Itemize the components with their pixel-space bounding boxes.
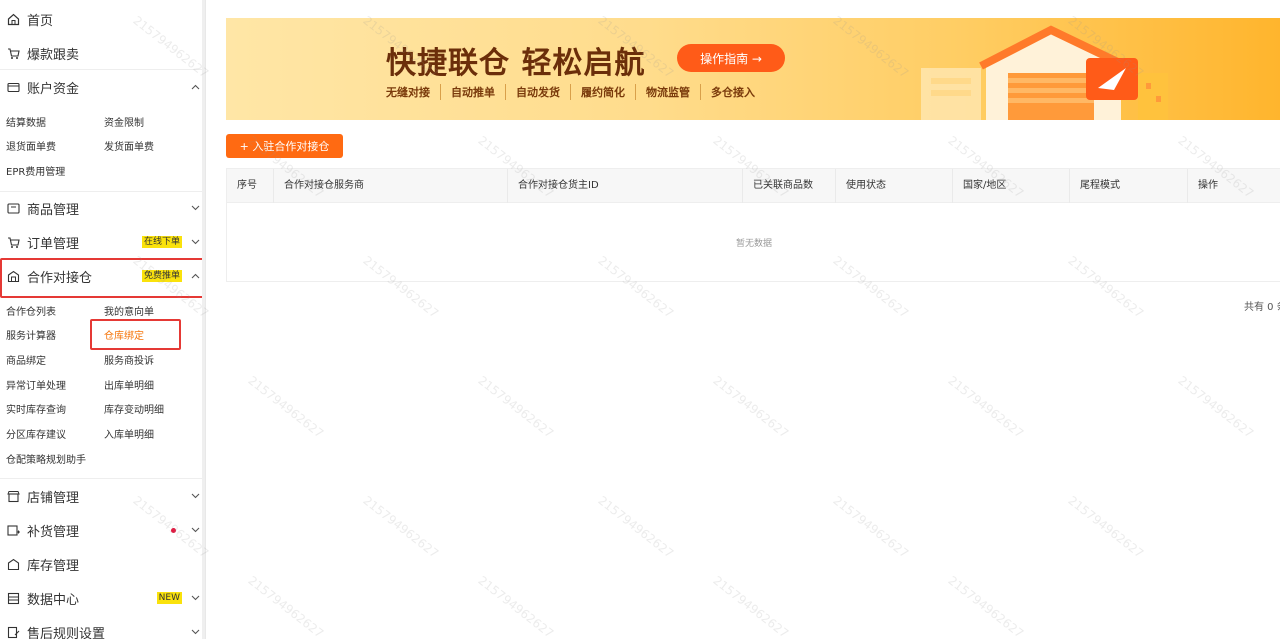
menu-restock-label: 补货管理 [27, 524, 80, 540]
warehouse-table: 序号 合作对接仓服务商 合作对接仓货主ID 已关联商品数 使用状态 国家/地区 … [226, 168, 1280, 282]
join-partner-warehouse-button[interactable]: + 入驻合作对接仓 [226, 134, 343, 158]
menu-restock[interactable]: 补货管理 [0, 513, 205, 547]
col-actions: 操作 [1198, 180, 1218, 191]
orders-badge: 在线下单 [141, 236, 182, 248]
menu-store[interactable]: 店铺管理 [0, 479, 205, 513]
menu-aftersale-label: 售后规则设置 [27, 626, 106, 639]
submenu-realtime-stock[interactable]: 实时库存查询 [6, 401, 66, 416]
chevron-down-icon [190, 627, 200, 637]
data-badge: NEW [156, 592, 182, 604]
submenu-zone-stock-advice[interactable]: 分区库存建议 [6, 426, 66, 441]
sidebar: 首页 爆款跟卖 账户资金 结算数据 资金限制 退货面单费 发货面单费 EPR费用… [0, 0, 206, 639]
watermark: 215794962627 [1175, 373, 1257, 441]
chevron-down-icon [190, 593, 200, 603]
feature-item: 物流监管 [636, 84, 701, 100]
feature-item: 无缝对接 [376, 84, 441, 100]
feature-item: 履约简化 [571, 84, 636, 100]
submenu-return-label-fee[interactable]: 退货面单费 [6, 138, 56, 153]
menu-goods-label: 商品管理 [27, 202, 80, 218]
banner-features: 无缝对接 自动推单 自动发货 履约简化 物流监管 多仓接入 [376, 82, 765, 102]
col-index: 序号 [227, 169, 274, 203]
menu-trending-label: 爆款跟卖 [27, 47, 80, 63]
order-cart-icon [6, 235, 20, 249]
submenu-epr-fee[interactable]: EPR费用管理 [6, 163, 65, 178]
submenu-ship-label-fee[interactable]: 发货面单费 [104, 138, 154, 153]
promo-banner[interactable]: 快捷联仓 轻松启航 操作指南 → 无缝对接 自动推单 自动发货 履约简化 物流监… [226, 18, 1280, 120]
submenu-provider-complaint[interactable]: 服务商投诉 [104, 352, 154, 367]
watermark: 215794962627 [1065, 493, 1147, 561]
menu-store-label: 店铺管理 [27, 490, 80, 506]
menu-goods[interactable]: 商品管理 [0, 191, 205, 225]
submenu-outbound-detail[interactable]: 出库单明细 [104, 377, 154, 392]
col-linked-goods: 已关联商品数 [743, 169, 836, 203]
menu-orders[interactable]: 订单管理 在线下单 [0, 225, 205, 259]
menu-home[interactable]: 首页 [0, 2, 205, 36]
chevron-up-icon [190, 82, 200, 92]
submenu-inbound-detail[interactable]: 入库单明细 [104, 426, 154, 441]
menu-inventory-label: 库存管理 [27, 558, 80, 574]
inventory-icon [6, 557, 20, 571]
submenu-strategy-assistant[interactable]: 仓配策略规划助手 [6, 451, 86, 466]
watermark: 215794962627 [475, 373, 557, 441]
menu-trending[interactable]: 爆款跟卖 [0, 36, 205, 70]
submenu-service-calculator[interactable]: 服务计算器 [6, 327, 56, 342]
home-icon [6, 12, 20, 26]
watermark: 215794962627 [710, 373, 792, 441]
submenu-my-intent[interactable]: 我的意向单 [104, 303, 154, 318]
highlight-box-binding [90, 319, 181, 350]
highlight-box-partner [0, 258, 205, 298]
watermark: 215794962627 [245, 573, 327, 639]
menu-orders-label: 订单管理 [27, 236, 80, 252]
notification-dot [171, 527, 176, 533]
goods-icon [6, 201, 20, 215]
sidebar-scrollbar[interactable] [202, 0, 205, 639]
chevron-down-icon [190, 491, 200, 501]
menu-account-label: 账户资金 [27, 81, 80, 97]
col-country: 国家/地区 [953, 169, 1070, 203]
watermark: 215794962627 [830, 493, 912, 561]
submenu-goods-binding[interactable]: 商品绑定 [6, 352, 46, 367]
menu-account[interactable]: 账户资金 [0, 70, 205, 104]
aftersale-icon [6, 625, 20, 639]
submenu-abnormal-orders[interactable]: 异常订单处理 [6, 377, 66, 392]
watermark: 215794962627 [360, 493, 442, 561]
feature-item: 多仓接入 [711, 86, 755, 99]
menu-aftersale[interactable]: 售后规则设置 [0, 615, 205, 639]
watermark: 215794962627 [945, 373, 1027, 441]
submenu-fund-limit[interactable]: 资金限制 [104, 114, 144, 129]
store-icon [6, 489, 20, 503]
col-status: 使用状态 [836, 169, 953, 203]
menu-data-center[interactable]: 数据中心 NEW [0, 581, 205, 615]
watermark: 215794962627 [475, 573, 557, 639]
chevron-down-icon [190, 237, 200, 247]
cart-icon [6, 46, 20, 60]
warehouse-illustration [921, 25, 1168, 120]
col-provider: 合作对接仓服务商 [274, 169, 508, 203]
watermark: 215794962627 [945, 573, 1027, 639]
watermark: 215794962627 [595, 493, 677, 561]
submenu-partner-list[interactable]: 合作仓列表 [6, 303, 56, 318]
pagination-total: 共有 0 条 [1244, 302, 1280, 313]
feature-item: 自动发货 [506, 84, 571, 100]
watermark: 215794962627 [245, 373, 327, 441]
watermark: 215794962627 [710, 573, 792, 639]
chevron-down-icon [190, 203, 200, 213]
banner-title: 快捷联仓 轻松启航 [386, 46, 646, 81]
empty-state: 暂无数据 [735, 238, 772, 249]
guide-button[interactable]: 操作指南 → [677, 44, 785, 72]
menu-data-label: 数据中心 [27, 592, 80, 608]
page: { "sidebar": { "home": "首页", "trending":… [0, 0, 1280, 639]
chevron-down-icon [190, 525, 200, 535]
col-last-mile: 尾程模式 [1070, 169, 1188, 203]
data-icon [6, 591, 20, 605]
menu-inventory[interactable]: 库存管理 [0, 547, 205, 581]
submenu-stock-change[interactable]: 库存变动明细 [104, 401, 164, 416]
wallet-icon [6, 80, 20, 94]
table-header: 序号 合作对接仓服务商 合作对接仓货主ID 已关联商品数 使用状态 国家/地区 … [227, 169, 1280, 203]
menu-home-label: 首页 [27, 13, 54, 29]
col-owner-id: 合作对接仓货主ID [508, 169, 743, 203]
restock-icon [6, 523, 20, 537]
feature-item: 自动推单 [441, 84, 506, 100]
submenu-settlement[interactable]: 结算数据 [6, 114, 46, 129]
